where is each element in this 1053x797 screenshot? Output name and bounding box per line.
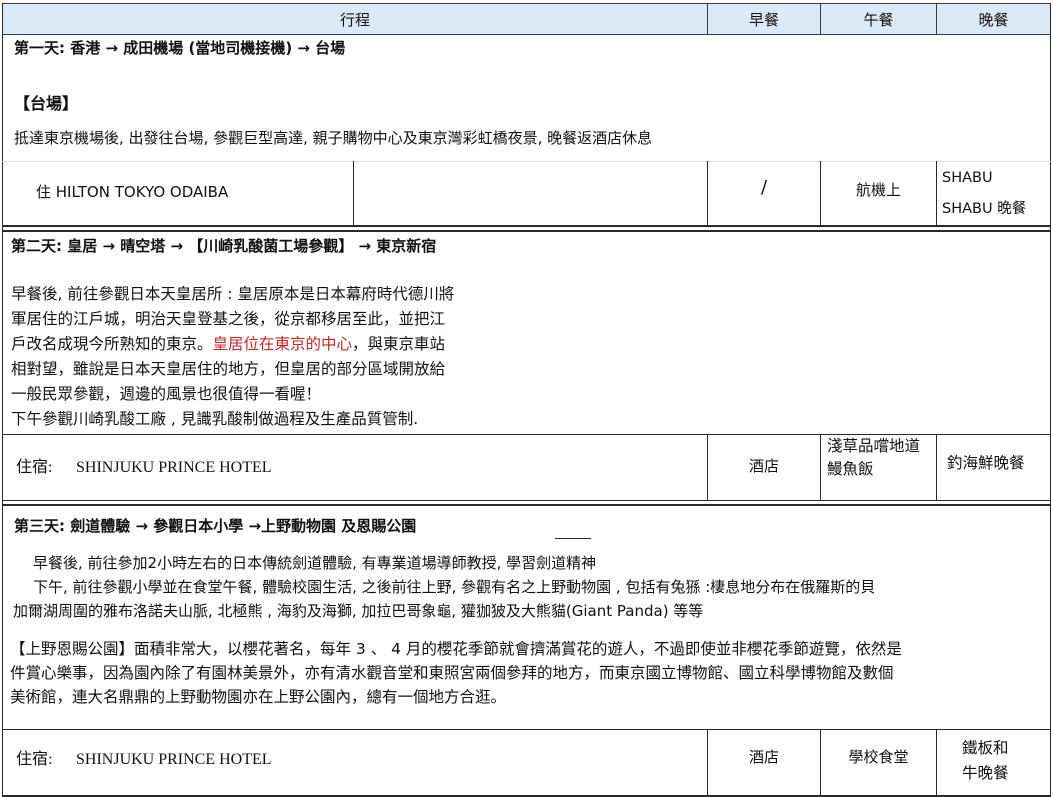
day3-paragraph-3-line-3: 美術館，連大名鼎鼎的上野動物園亦在上野公園內，總有一個地方合逛。	[10, 688, 507, 706]
day1-title: 第一天: 香港 → 成田機場 (當地司機接機) → 台場	[14, 39, 346, 57]
day2-line-2: 軍居住的江戶城，明治天皇登基之後，從京都移居至此，並把江	[11, 310, 446, 328]
table-border-left	[2, 3, 3, 797]
day3-top-border	[2, 504, 1051, 506]
day2-line-3: 戶改名成現今所熟知的東京。皇居位在東京的中心，與東京車站	[11, 332, 531, 357]
day1-breakfast: /	[760, 177, 768, 198]
day1-lunch: 航機上	[855, 181, 901, 199]
day2-line-5: 一般民眾參觀，週邊的風景也很值得一看喔！	[11, 385, 322, 403]
header-itinerary: 行程	[2, 3, 708, 35]
day2-line-6: 下午參觀川崎乳酸工廠 , 見識乳酸制做過程及生產品質管制.	[11, 410, 419, 428]
day2-line-1: 早餐後, 前往參觀日本天皇居所 : 皇居原本是日本幕府時代德川將	[11, 285, 455, 303]
day3-title-underline	[555, 538, 591, 539]
day2-dinner: 釣海鮮晚餐	[947, 454, 1025, 472]
day1-meal-row-top	[2, 161, 1051, 162]
day3-hotel-name: SHINJUKU PRINCE HOTEL	[76, 751, 272, 768]
day2-hotel-name: SHINJUKU PRINCE HOTEL	[76, 459, 272, 476]
table-border-right	[1050, 3, 1051, 797]
day2-title: 第二天: 皇居 → 晴空塔 → 【川崎乳酸菌工場參觀】 → 東京新宿	[11, 237, 437, 255]
day1-description: 抵達東京機場後, 出發往台場, 參觀巨型高達, 親子購物中心及東京灣彩虹橋夜景,…	[14, 129, 653, 147]
day3-lunch: 學校食堂	[848, 748, 909, 766]
day1-divider-dinner	[936, 161, 937, 225]
day2-divider-lunch	[820, 434, 821, 500]
day2-line-3b: ，與東京車站	[352, 335, 446, 353]
day2-lunch-line1: 淺草品嚐地道	[827, 437, 921, 455]
day3-meal-row-top	[2, 729, 1051, 730]
day3-paragraph-2-line-1: 下午, 前往參觀小學並在食堂午餐, 體驗校園生活, 之後前往上野, 參觀有名之上…	[33, 578, 876, 596]
day3-dinner-line1: 鐵板和	[962, 739, 1009, 757]
day3-paragraph-2-line-2: 加爾湖周圍的雅布洛諾夫山脈, 北極熊 , 海豹及海獅, 加拉巴哥象龜, 獾㹢狓及…	[13, 602, 704, 620]
day1-dinner-line2: SHABU 晚餐	[942, 201, 1027, 217]
day2-hotel-label: 住宿:	[16, 459, 53, 476]
day1-section-title: 【台場】	[14, 94, 79, 113]
day1-dinner-line1: SHABU	[942, 170, 993, 186]
day1-hotel: 住 HILTON TOKYO ODAIBA	[36, 183, 229, 201]
day3-paragraph-1: 早餐後, 前往參加2小時左右的日本傳統劍道體驗, 有專業道場導師教授, 學習劍道…	[33, 554, 597, 572]
day3-hotel-label: 住宿:	[16, 751, 53, 768]
day2-description: 早餐後, 前往參觀日本天皇居所 : 皇居原本是日本幕府時代德川將 軍居住的江戶城…	[11, 282, 531, 432]
day3-breakfast: 酒店	[748, 748, 779, 766]
day3-divider-dinner	[936, 729, 937, 795]
day2-divider-dinner	[936, 434, 937, 500]
day1-divider-hotel	[353, 161, 354, 225]
day3-dinner-line2: 牛晚餐	[962, 764, 1009, 782]
day3-title: 第三天: 劍道體驗 → 參觀日本小學 →上野動物園 及恩賜公園	[14, 517, 417, 535]
day2-line-3a: 戶改名成現今所熟知的東京。	[11, 335, 213, 353]
header-dinner: 晚餐	[936, 3, 1051, 35]
day1-bottom-border	[2, 225, 1051, 227]
header-lunch: 午餐	[820, 3, 937, 35]
day2-top-border	[2, 230, 1051, 232]
day3-paragraph-3-line-2: 件賞心樂事，因為園內除了有園林美景外，亦有清水觀音堂和東照宮兩個參拜的地方，而東…	[10, 664, 894, 682]
day2-breakfast: 酒店	[748, 457, 779, 475]
day2-lunch-line2: 鰻魚飯	[827, 460, 874, 478]
day2-bottom-border	[2, 500, 1051, 501]
day3-paragraph-3-line-1: 【上野恩賜公園】面積非常大，以櫻花著名，每年 3 、 4 月的櫻花季節就會擠滿賞…	[10, 640, 902, 658]
header-breakfast: 早餐	[707, 3, 821, 35]
day2-highlight: 皇居位在東京的中心	[212, 335, 353, 353]
day2-line-4: 相對望，雖說是日本天皇居住的地方，但皇居的部分區域開放給	[11, 360, 446, 378]
